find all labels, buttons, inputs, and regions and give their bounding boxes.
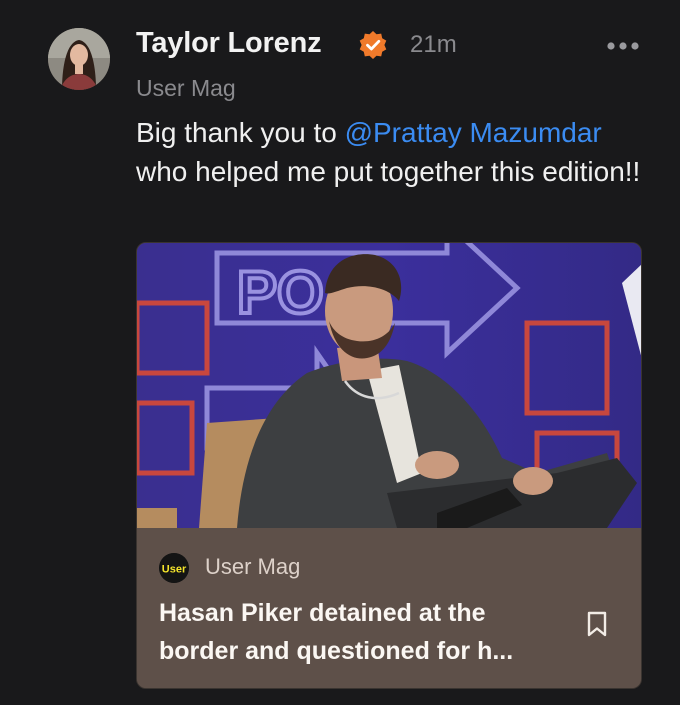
mention-link[interactable]: @Prattay Mazumdar (345, 117, 602, 148)
post-body-prefix: Big thank you to (136, 117, 345, 148)
publication-logo-icon: User (159, 553, 189, 583)
post-body-suffix: who helped me put together this edition!… (136, 155, 641, 187)
author-avatar[interactable] (48, 28, 110, 90)
bookmark-icon (587, 611, 607, 637)
article-image: PO (137, 243, 641, 528)
post-item: Taylor Lorenz 21m User Mag Big thank you… (0, 0, 680, 705)
verified-badge-icon (358, 30, 388, 60)
avatar-image (48, 28, 110, 90)
author-name[interactable]: Taylor Lorenz (136, 27, 322, 60)
post-timestamp: 21m (410, 31, 457, 58)
more-options-button[interactable] (604, 32, 642, 60)
svg-text:PO: PO (237, 259, 324, 326)
card-publication-name: User Mag (205, 554, 301, 579)
author-publication[interactable]: User Mag (136, 75, 236, 102)
bookmark-button[interactable] (585, 610, 609, 638)
link-preview-card[interactable]: PO User User Mag Hasan Piker detained at… (136, 242, 642, 689)
more-horizontal-icon (607, 42, 639, 50)
article-headline: Hasan Piker detained at the border and q… (159, 599, 514, 665)
card-footer: User User Mag Hasan Piker detained at th… (137, 528, 641, 688)
publication-logo-text: User (162, 564, 187, 576)
post-body: Big thank you to @Prattay Mazumdar who h… (136, 114, 646, 191)
